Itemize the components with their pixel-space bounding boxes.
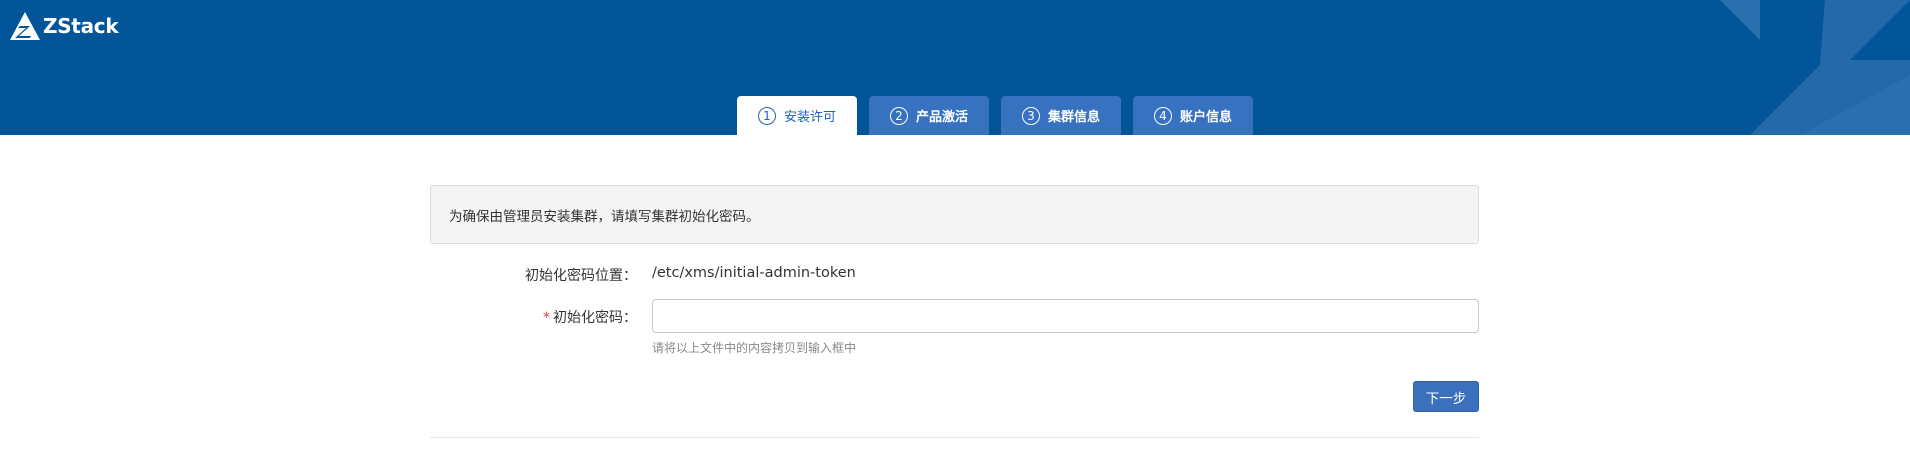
notice-text: 为确保由管理员安装集群，请填写集群初始化密码。	[449, 208, 760, 225]
step-number-2: 2	[889, 106, 908, 125]
zstack-logo-icon	[10, 12, 40, 40]
notice-box: 为确保由管理员安装集群，请填写集群初始化密码。	[430, 185, 1479, 244]
tab-step-3[interactable]: 3 集群信息	[1001, 96, 1121, 135]
tab-step-2[interactable]: 2 产品激活	[869, 96, 989, 135]
tab-step-1[interactable]: 1 安装许可	[737, 96, 857, 135]
password-location-value: /etc/xms/initial-admin-token	[652, 265, 856, 281]
step-number-4: 4	[1153, 106, 1172, 125]
footer-divider	[430, 437, 1479, 438]
password-label: 初始化密码：	[553, 310, 637, 326]
tab-step-4[interactable]: 4 账户信息	[1133, 96, 1253, 135]
password-label-row: * 初始化密码：	[432, 307, 637, 327]
initial-password-input[interactable]	[652, 299, 1479, 333]
tab-label: 安装许可	[783, 110, 836, 125]
next-step-button[interactable]: 下一步	[1413, 381, 1479, 412]
brand-name: ZStack	[43, 14, 119, 38]
decorative-arrow-icon	[1720, 0, 1910, 135]
tab-label: 账户信息	[1179, 110, 1232, 125]
step-number-1: 1	[757, 106, 776, 125]
password-hint: 请将以上文件中的内容拷贝到输入框中	[652, 341, 857, 355]
password-location-label: 初始化密码位置：	[525, 268, 637, 284]
step-number-3: 3	[1021, 106, 1040, 125]
tab-label: 产品激活	[915, 110, 968, 125]
required-mark: *	[543, 310, 550, 326]
tab-label: 集群信息	[1047, 110, 1100, 125]
zstack-logo[interactable]: ZStack	[10, 12, 119, 40]
header-banner: ZStack 1 安装许可 2 产品激活 3 集群信息 4 账户信息	[0, 0, 1910, 135]
